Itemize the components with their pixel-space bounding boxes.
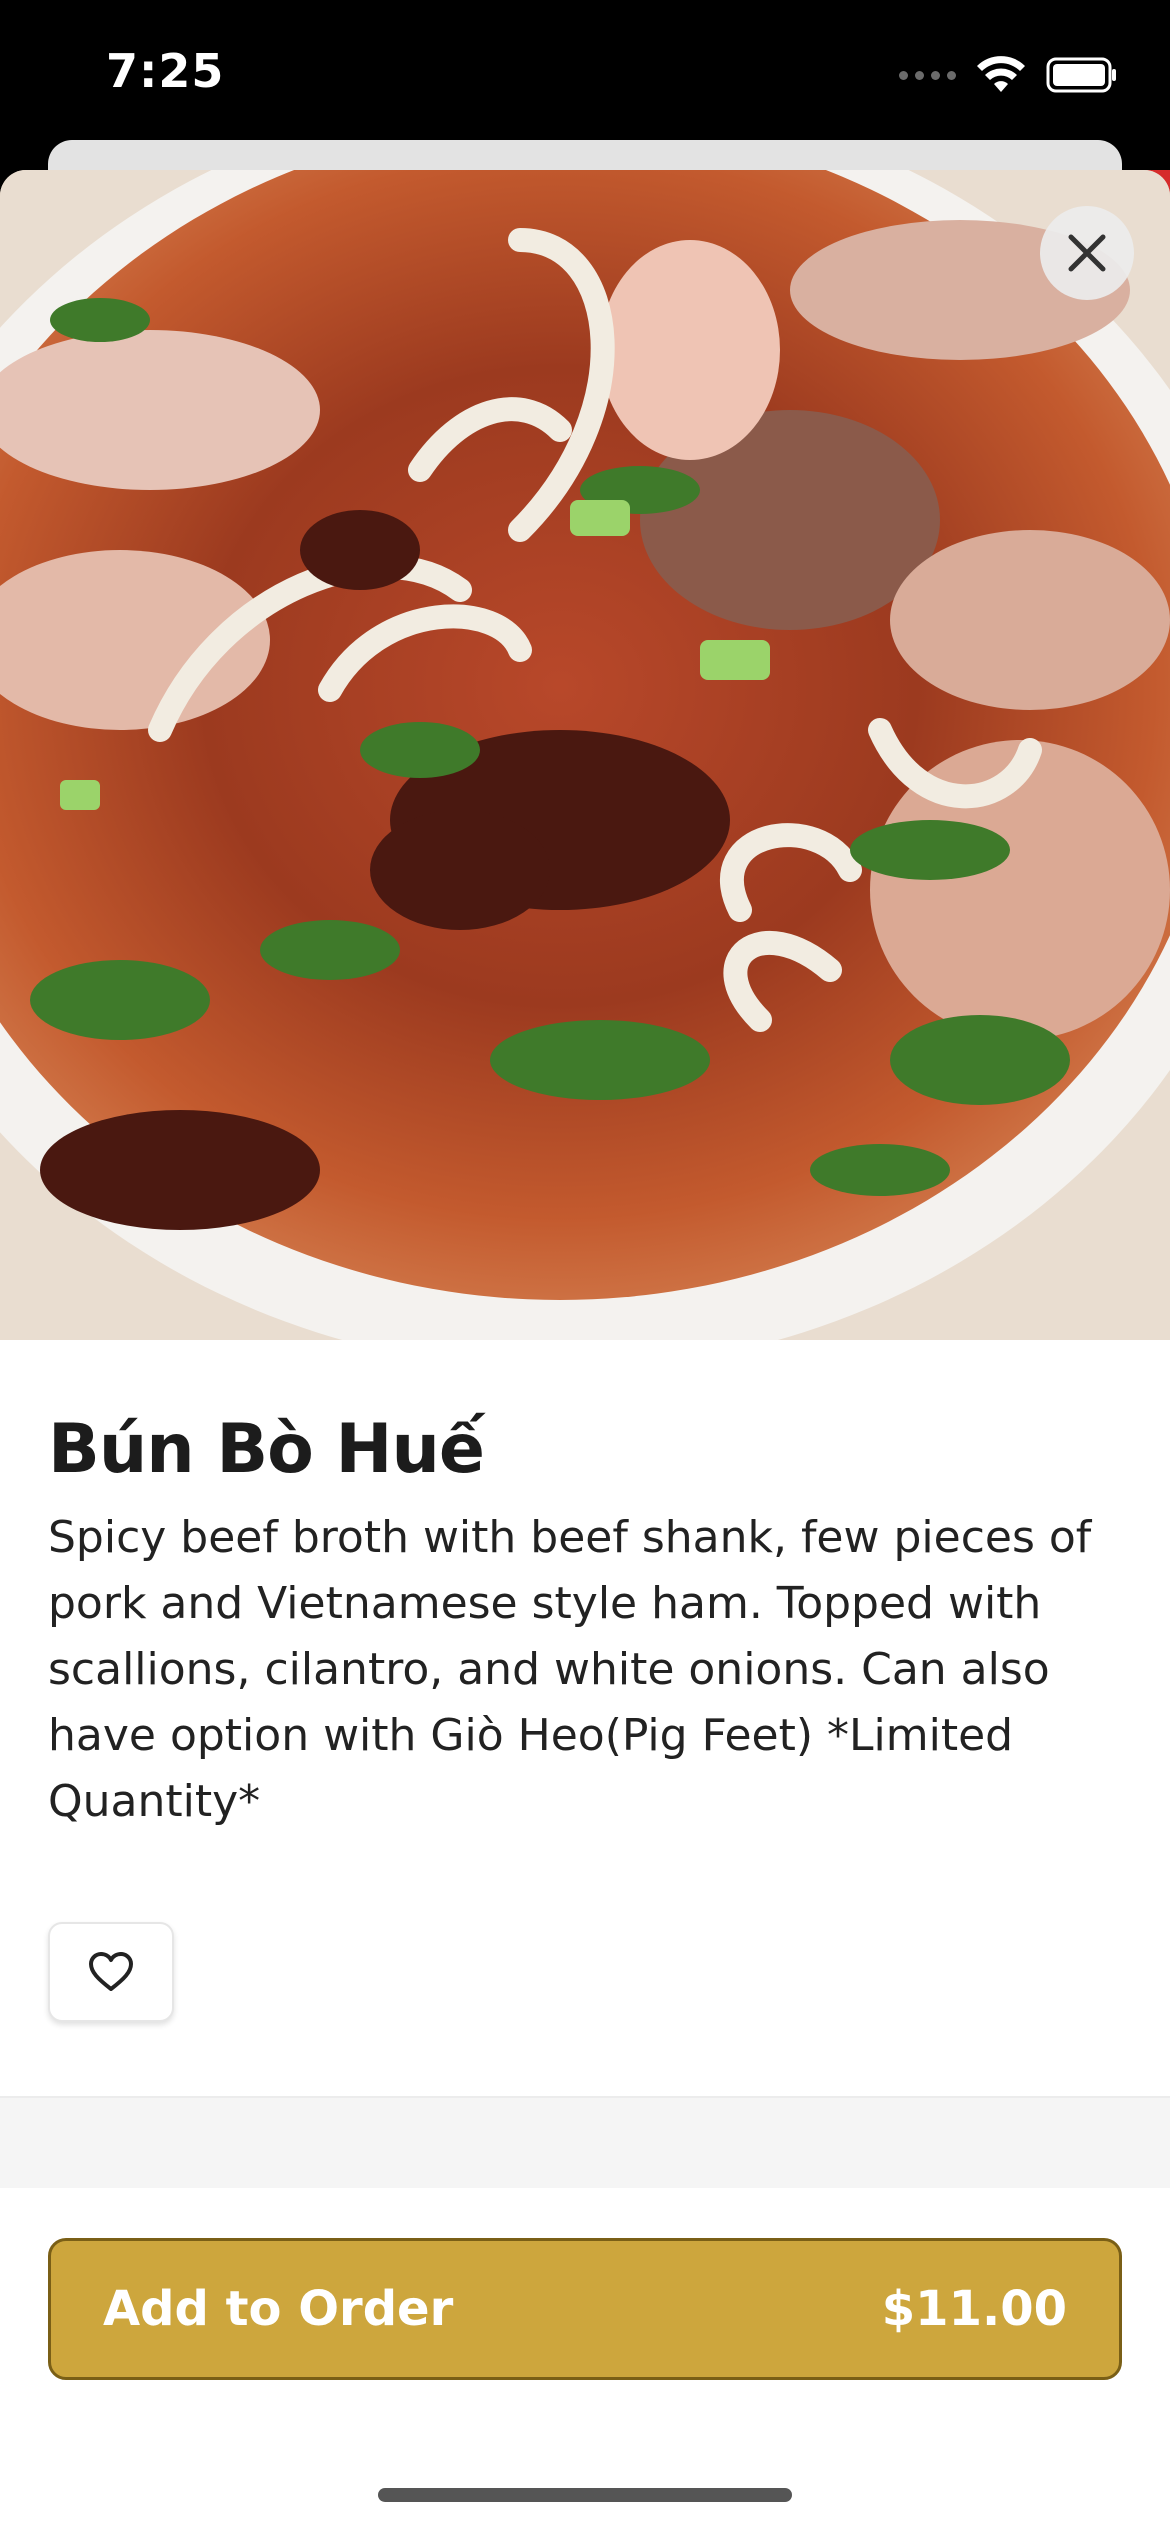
add-to-order-button[interactable]: Add to Order $11.00 <box>48 2238 1122 2380</box>
item-description: Spicy beef broth with beef shank, few pi… <box>48 1512 1092 1827</box>
item-title: Bún Bò Huế <box>48 1410 485 1489</box>
home-indicator[interactable] <box>378 2488 792 2502</box>
status-icons <box>899 56 1118 94</box>
status-time: 7:25 <box>106 44 225 98</box>
add-to-order-label: Add to Order <box>103 2281 454 2337</box>
wifi-icon <box>977 56 1025 92</box>
close-icon <box>1068 234 1106 272</box>
item-photo <box>0 170 1170 1340</box>
item-detail-sheet: Bún Bò Huế Spicy beef broth with beef sh… <box>0 170 1170 2532</box>
favorite-button[interactable] <box>48 1922 174 2022</box>
status-bar: 7:25 <box>0 0 1170 150</box>
item-info: Bún Bò Huế Spicy beef broth with beef sh… <box>48 1410 1122 1835</box>
heart-icon <box>89 1952 133 1991</box>
signal-icon <box>899 70 956 80</box>
close-button[interactable] <box>1040 206 1134 300</box>
section-divider <box>0 2096 1170 2190</box>
battery-icon <box>1046 57 1116 93</box>
item-price: $11.00 <box>881 2281 1067 2337</box>
